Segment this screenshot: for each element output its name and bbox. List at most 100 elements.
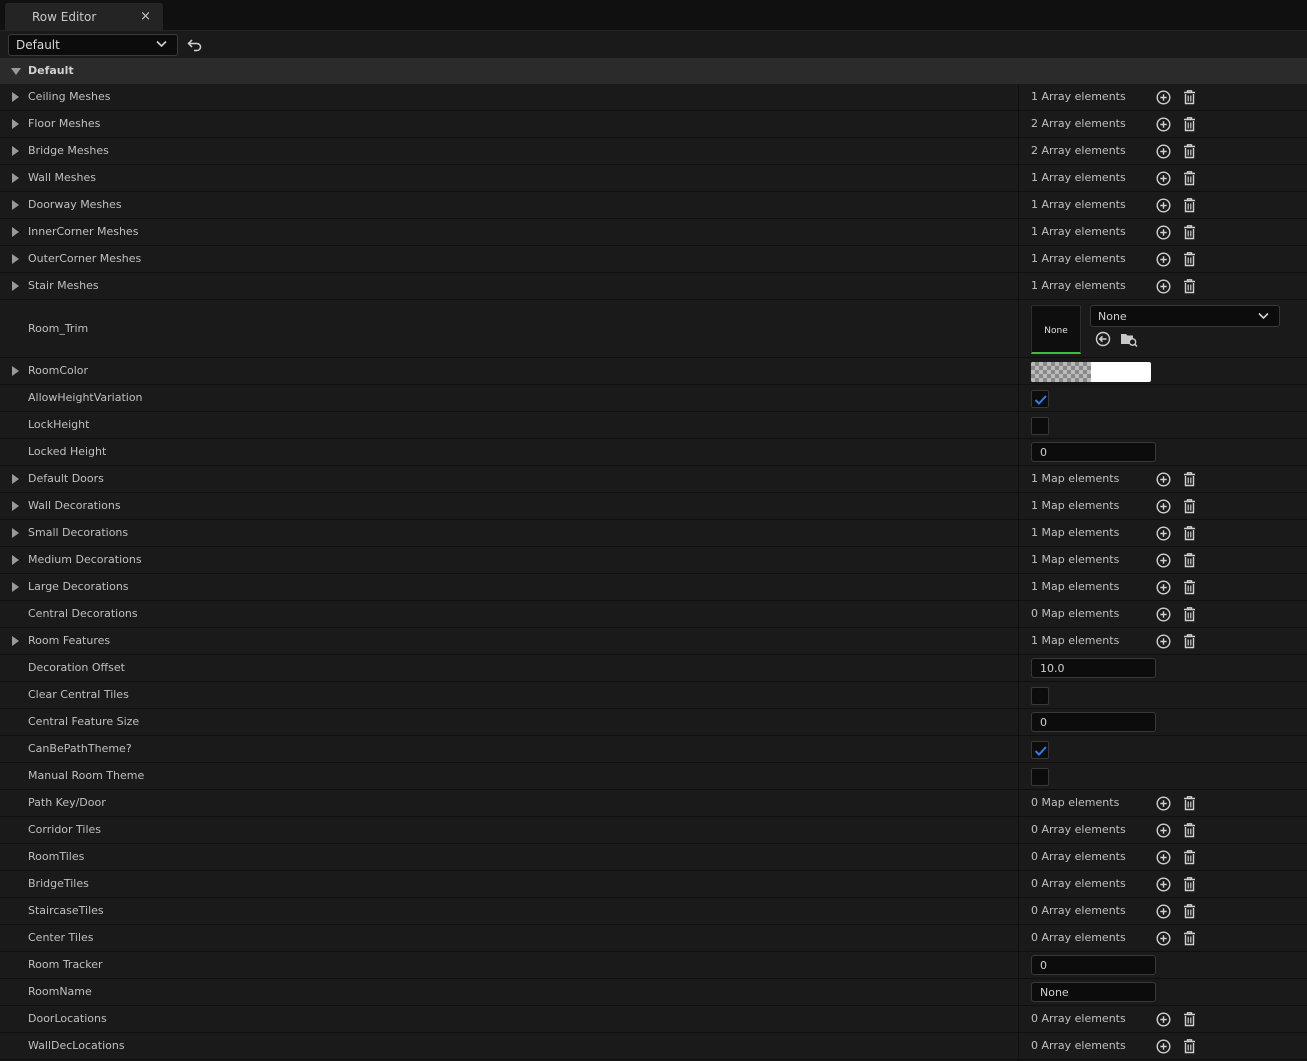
plus-circle-icon[interactable] bbox=[1156, 580, 1171, 595]
asset-thumbnail[interactable]: None bbox=[1031, 305, 1081, 354]
column-splitter[interactable] bbox=[1018, 547, 1019, 573]
column-splitter[interactable] bbox=[1018, 412, 1019, 438]
plus-circle-icon[interactable] bbox=[1156, 526, 1171, 541]
trash-icon[interactable] bbox=[1182, 278, 1197, 294]
expand-arrow-icon[interactable] bbox=[12, 636, 19, 646]
column-splitter[interactable] bbox=[1018, 192, 1019, 218]
plus-circle-icon[interactable] bbox=[1156, 472, 1171, 487]
plus-circle-icon[interactable] bbox=[1156, 171, 1171, 186]
plus-circle-icon[interactable] bbox=[1156, 225, 1171, 240]
column-splitter[interactable] bbox=[1018, 138, 1019, 164]
column-splitter[interactable] bbox=[1018, 111, 1019, 137]
trash-icon[interactable] bbox=[1182, 795, 1197, 811]
trash-icon[interactable] bbox=[1182, 89, 1197, 105]
plus-circle-icon[interactable] bbox=[1156, 144, 1171, 159]
trash-icon[interactable] bbox=[1182, 251, 1197, 267]
trash-icon[interactable] bbox=[1182, 1038, 1197, 1054]
expand-arrow-icon[interactable] bbox=[12, 281, 19, 291]
color-swatch[interactable] bbox=[1031, 362, 1151, 382]
plus-circle-icon[interactable] bbox=[1156, 877, 1171, 892]
expand-arrow-icon[interactable] bbox=[12, 501, 19, 511]
plus-circle-icon[interactable] bbox=[1156, 252, 1171, 267]
column-splitter[interactable] bbox=[1018, 1006, 1019, 1032]
expand-arrow-icon[interactable] bbox=[12, 582, 19, 592]
column-splitter[interactable] bbox=[1018, 219, 1019, 245]
expand-arrow-icon[interactable] bbox=[12, 92, 19, 102]
trash-icon[interactable] bbox=[1182, 930, 1197, 946]
value-input[interactable]: 0 bbox=[1031, 712, 1156, 732]
expand-arrow-icon[interactable] bbox=[12, 173, 19, 183]
tab-row-editor[interactable]: Row Editor × bbox=[5, 3, 163, 31]
value-input[interactable]: 10.0 bbox=[1031, 658, 1156, 678]
trash-icon[interactable] bbox=[1182, 525, 1197, 541]
plus-circle-icon[interactable] bbox=[1156, 499, 1171, 514]
trash-icon[interactable] bbox=[1182, 224, 1197, 240]
checkbox[interactable] bbox=[1031, 768, 1049, 786]
expand-arrow-icon[interactable] bbox=[12, 254, 19, 264]
plus-circle-icon[interactable] bbox=[1156, 279, 1171, 294]
trash-icon[interactable] bbox=[1182, 116, 1197, 132]
plus-circle-icon[interactable] bbox=[1156, 1039, 1171, 1054]
category-header-default[interactable]: Default bbox=[0, 58, 1307, 84]
expand-arrow-icon[interactable] bbox=[12, 146, 19, 156]
value-input[interactable]: 0 bbox=[1031, 442, 1156, 462]
plus-circle-icon[interactable] bbox=[1156, 796, 1171, 811]
plus-circle-icon[interactable] bbox=[1156, 117, 1171, 132]
trash-icon[interactable] bbox=[1182, 849, 1197, 865]
column-splitter[interactable] bbox=[1018, 466, 1019, 492]
trash-icon[interactable] bbox=[1182, 579, 1197, 595]
trash-icon[interactable] bbox=[1182, 552, 1197, 568]
column-splitter[interactable] bbox=[1018, 790, 1019, 816]
expand-arrow-icon[interactable] bbox=[12, 474, 19, 484]
column-splitter[interactable] bbox=[1018, 844, 1019, 870]
trash-icon[interactable] bbox=[1182, 876, 1197, 892]
column-splitter[interactable] bbox=[1018, 925, 1019, 951]
column-splitter[interactable] bbox=[1018, 385, 1019, 411]
column-splitter[interactable] bbox=[1018, 165, 1019, 191]
asset-picker-dropdown[interactable]: None bbox=[1090, 305, 1280, 327]
column-splitter[interactable] bbox=[1018, 273, 1019, 299]
browse-folder-icon[interactable] bbox=[1120, 331, 1138, 347]
plus-circle-icon[interactable] bbox=[1156, 823, 1171, 838]
column-splitter[interactable] bbox=[1018, 520, 1019, 546]
trash-icon[interactable] bbox=[1182, 170, 1197, 186]
column-splitter[interactable] bbox=[1018, 898, 1019, 924]
value-input[interactable]: 0 bbox=[1031, 955, 1156, 975]
expand-arrow-icon[interactable] bbox=[12, 366, 19, 376]
plus-circle-icon[interactable] bbox=[1156, 931, 1171, 946]
column-splitter[interactable] bbox=[1018, 439, 1019, 465]
trash-icon[interactable] bbox=[1182, 197, 1197, 213]
plus-circle-icon[interactable] bbox=[1156, 90, 1171, 105]
column-splitter[interactable] bbox=[1018, 655, 1019, 681]
trash-icon[interactable] bbox=[1182, 498, 1197, 514]
column-splitter[interactable] bbox=[1018, 601, 1019, 627]
expand-arrow-icon[interactable] bbox=[12, 200, 19, 210]
column-splitter[interactable] bbox=[1018, 246, 1019, 272]
column-splitter[interactable] bbox=[1018, 1033, 1019, 1059]
column-splitter[interactable] bbox=[1018, 493, 1019, 519]
checkbox[interactable] bbox=[1031, 390, 1049, 408]
column-splitter[interactable] bbox=[1018, 574, 1019, 600]
plus-circle-icon[interactable] bbox=[1156, 607, 1171, 622]
column-splitter[interactable] bbox=[1018, 952, 1019, 978]
plus-circle-icon[interactable] bbox=[1156, 1012, 1171, 1027]
expand-arrow-icon[interactable] bbox=[12, 119, 19, 129]
plus-circle-icon[interactable] bbox=[1156, 904, 1171, 919]
column-splitter[interactable] bbox=[1018, 628, 1019, 654]
plus-circle-icon[interactable] bbox=[1156, 850, 1171, 865]
column-splitter[interactable] bbox=[1018, 300, 1019, 357]
expand-arrow-icon[interactable] bbox=[12, 528, 19, 538]
use-selected-asset-icon[interactable] bbox=[1095, 331, 1111, 347]
plus-circle-icon[interactable] bbox=[1156, 198, 1171, 213]
trash-icon[interactable] bbox=[1182, 143, 1197, 159]
column-splitter[interactable] bbox=[1018, 709, 1019, 735]
trash-icon[interactable] bbox=[1182, 1011, 1197, 1027]
column-splitter[interactable] bbox=[1018, 736, 1019, 762]
plus-circle-icon[interactable] bbox=[1156, 553, 1171, 568]
column-splitter[interactable] bbox=[1018, 763, 1019, 789]
trash-icon[interactable] bbox=[1182, 903, 1197, 919]
column-splitter[interactable] bbox=[1018, 817, 1019, 843]
collapse-arrow-icon[interactable] bbox=[11, 68, 21, 75]
checkbox[interactable] bbox=[1031, 687, 1049, 705]
trash-icon[interactable] bbox=[1182, 471, 1197, 487]
